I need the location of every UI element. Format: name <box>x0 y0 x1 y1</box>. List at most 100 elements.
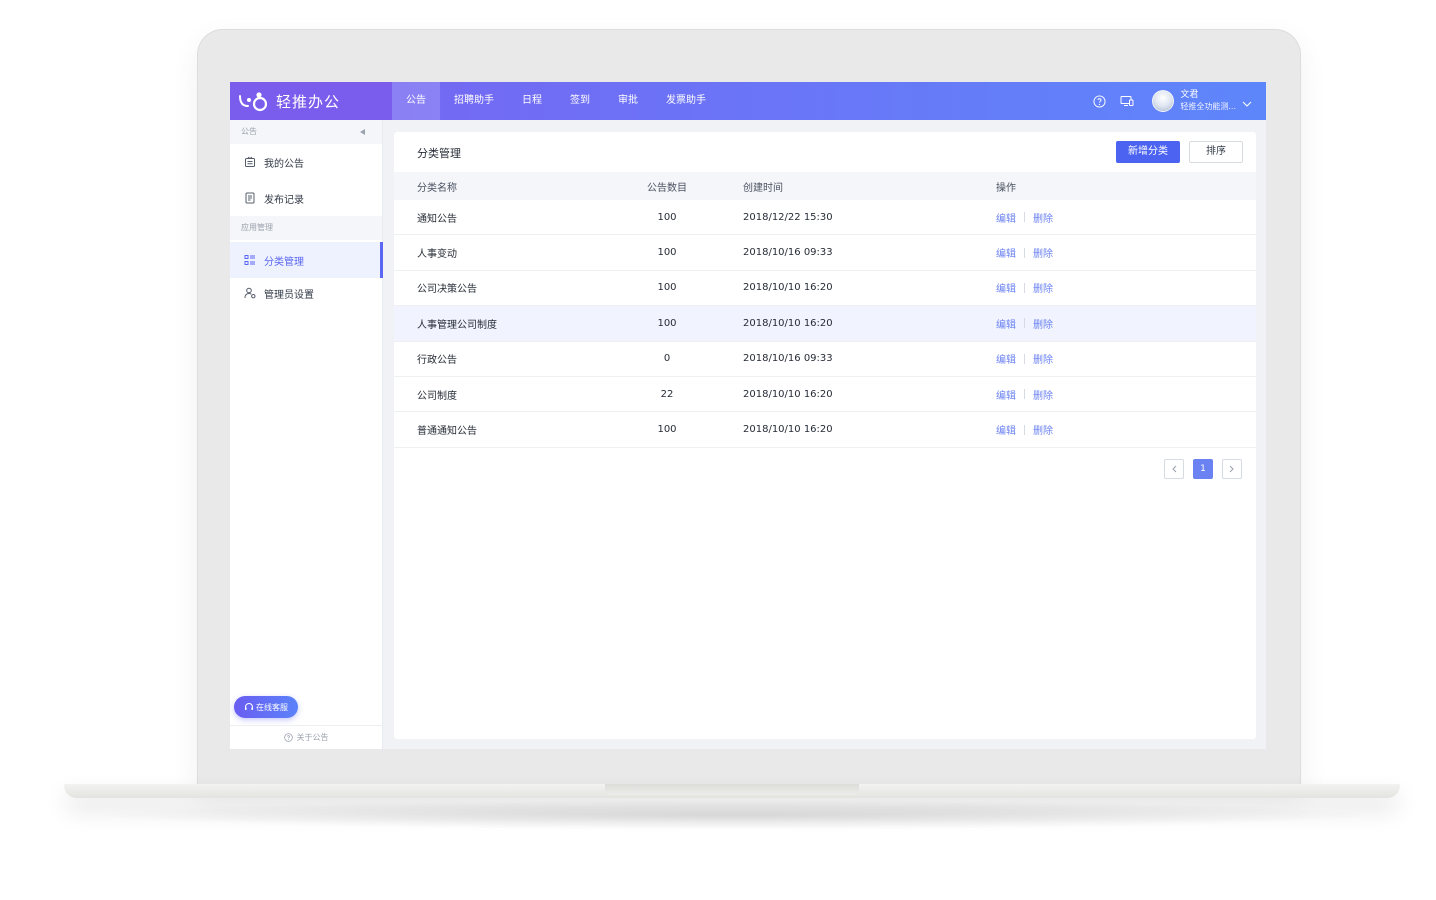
main-nav: 公告 招聘助手 日程 签到 审批 发票助手 <box>392 82 720 120</box>
delete-link[interactable]: 删除 <box>1033 351 1053 366</box>
divider <box>1024 353 1025 364</box>
edit-link[interactable]: 编辑 <box>996 280 1016 295</box>
sidebar: 公告 我的公告 发布记录 应用管理 分类管理 管理员设置 在线客服 关于公告 <box>230 120 383 749</box>
row-actions: 编辑 删除 <box>996 412 1053 446</box>
user-settings-icon <box>244 287 256 299</box>
divider <box>1024 212 1025 223</box>
online-service-button[interactable]: 在线客服 <box>234 696 298 718</box>
column-header-name: 分类名称 <box>417 182 457 194</box>
question-circle-icon[interactable] <box>1090 92 1108 110</box>
chevron-down-icon[interactable] <box>1242 92 1252 111</box>
row-actions: 编辑 删除 <box>996 235 1053 269</box>
sidebar-item-category-management[interactable]: 分类管理 <box>230 242 383 278</box>
announcement-icon <box>244 156 256 168</box>
category-name: 公司决策公告 <box>417 284 477 296</box>
created-time: 2018/12/22 15:30 <box>743 211 833 223</box>
table-row-highlighted[interactable]: 人事管理公司制度 100 2018/10/10 16:20 编辑 删除 <box>394 306 1256 342</box>
top-navigation-bar: 轻推办公 公告 招聘助手 日程 签到 审批 发票助手 文君 轻推全功能测... <box>230 82 1266 120</box>
headset-icon <box>245 703 253 710</box>
edit-link[interactable]: 编辑 <box>996 316 1016 331</box>
table-row[interactable]: 行政公告 0 2018/10/16 09:33 编辑 删除 <box>394 342 1256 377</box>
sidebar-item-label: 分类管理 <box>264 256 304 268</box>
row-actions: 编辑 删除 <box>996 342 1053 376</box>
row-actions: 编辑 删除 <box>996 377 1053 411</box>
chevron-left-icon <box>1172 465 1177 473</box>
avatar[interactable] <box>1152 90 1175 112</box>
brand[interactable]: 轻推办公 <box>230 82 392 120</box>
brand-name: 轻推办公 <box>276 92 341 111</box>
category-name: 人事变动 <box>417 249 457 261</box>
sidebar-item-my-announcements[interactable]: 我的公告 <box>230 144 382 180</box>
sidebar-item-label: 我的公告 <box>264 158 304 170</box>
nav-tab-invoice[interactable]: 发票助手 <box>652 82 720 120</box>
edit-link[interactable]: 编辑 <box>996 210 1016 225</box>
sort-button[interactable]: 排序 <box>1189 141 1243 163</box>
sidebar-item-admin-settings[interactable]: 管理员设置 <box>230 278 382 308</box>
announcement-count: 0 <box>663 353 671 365</box>
sidebar-section-announcements: 公告 <box>230 120 382 144</box>
divider <box>1024 282 1025 293</box>
devices-icon[interactable] <box>1118 92 1136 110</box>
table-row[interactable]: 人事变动 100 2018/10/16 09:33 编辑 删除 <box>394 235 1256 271</box>
category-management-panel: 分类管理 新增分类 排序 分类名称 公告数目 创建时间 操作 通知公告 100 … <box>394 132 1256 739</box>
about-link[interactable]: 关于公告 <box>230 725 382 749</box>
nav-tab-checkin[interactable]: 签到 <box>556 82 604 120</box>
table-row[interactable]: 公司决策公告 100 2018/10/10 16:20 编辑 删除 <box>394 271 1256 307</box>
product-mockup: 轻推办公 公告 招聘助手 日程 签到 审批 发票助手 文君 轻推全功能测... … <box>0 0 1436 900</box>
about-label: 关于公告 <box>296 733 329 742</box>
delete-link[interactable]: 删除 <box>1033 280 1053 295</box>
announcement-count: 100 <box>657 247 677 259</box>
column-header-count: 公告数目 <box>647 182 687 194</box>
row-actions: 编辑 删除 <box>996 200 1053 234</box>
prev-page-button[interactable] <box>1164 459 1184 479</box>
chevron-right-icon <box>1229 465 1234 473</box>
sidebar-section-label: 应用管理 <box>241 223 273 232</box>
delete-link[interactable]: 删除 <box>1033 316 1053 331</box>
created-time: 2018/10/10 16:20 <box>743 282 833 294</box>
page-number-button[interactable]: 1 <box>1193 459 1213 479</box>
delete-link[interactable]: 删除 <box>1033 387 1053 402</box>
created-time: 2018/10/16 09:33 <box>743 353 833 365</box>
nav-tab-schedule[interactable]: 日程 <box>508 82 556 120</box>
delete-link[interactable]: 删除 <box>1033 210 1053 225</box>
nav-tab-recruiting[interactable]: 招聘助手 <box>440 82 508 120</box>
announcement-count: 100 <box>657 211 677 223</box>
header-right: 文君 轻推全功能测... <box>1080 82 1252 120</box>
next-page-button[interactable] <box>1222 459 1242 479</box>
category-list-icon <box>244 254 256 266</box>
row-actions: 编辑 删除 <box>996 271 1053 305</box>
table-row[interactable]: 普通通知公告 100 2018/10/10 16:20 编辑 删除 <box>394 412 1256 448</box>
announcement-count: 100 <box>657 424 677 436</box>
edit-link[interactable]: 编辑 <box>996 351 1016 366</box>
pagination: 1 <box>1155 459 1242 479</box>
delete-link[interactable]: 删除 <box>1033 422 1053 437</box>
delete-link[interactable]: 删除 <box>1033 245 1053 260</box>
table-header: 分类名称 公告数目 创建时间 操作 <box>394 172 1256 200</box>
sidebar-section-label: 公告 <box>241 127 257 136</box>
table-row[interactable]: 通知公告 100 2018/12/22 15:30 编辑 删除 <box>394 200 1256 236</box>
created-time: 2018/10/10 16:20 <box>743 388 833 400</box>
table-row[interactable]: 公司制度 22 2018/10/10 16:20 编辑 删除 <box>394 377 1256 413</box>
column-header-created: 创建时间 <box>743 182 783 194</box>
category-table: 分类名称 公告数目 创建时间 操作 通知公告 100 2018/12/22 15… <box>394 172 1256 448</box>
created-time: 2018/10/10 16:20 <box>743 317 833 329</box>
laptop-hinge-notch <box>605 784 859 795</box>
collapse-arrow-icon[interactable] <box>360 129 365 135</box>
category-name: 公司制度 <box>417 390 457 402</box>
user-name: 文君 <box>1180 90 1199 100</box>
edit-link[interactable]: 编辑 <box>996 387 1016 402</box>
add-category-button[interactable]: 新增分类 <box>1116 141 1180 163</box>
edit-link[interactable]: 编辑 <box>996 422 1016 437</box>
document-list-icon <box>244 192 256 204</box>
edit-link[interactable]: 编辑 <box>996 245 1016 260</box>
nav-tab-approval[interactable]: 审批 <box>604 82 652 120</box>
row-actions: 编辑 删除 <box>996 306 1053 340</box>
created-time: 2018/10/16 09:33 <box>743 247 833 259</box>
sidebar-item-label: 管理员设置 <box>264 289 314 301</box>
user-info[interactable]: 文君 轻推全功能测... <box>1180 90 1236 112</box>
nav-tab-announcements[interactable]: 公告 <box>392 82 440 120</box>
announcement-count: 100 <box>657 282 677 294</box>
brand-logo-icon <box>239 92 268 112</box>
divider <box>1024 389 1025 400</box>
sidebar-item-publish-records[interactable]: 发布记录 <box>230 180 382 216</box>
